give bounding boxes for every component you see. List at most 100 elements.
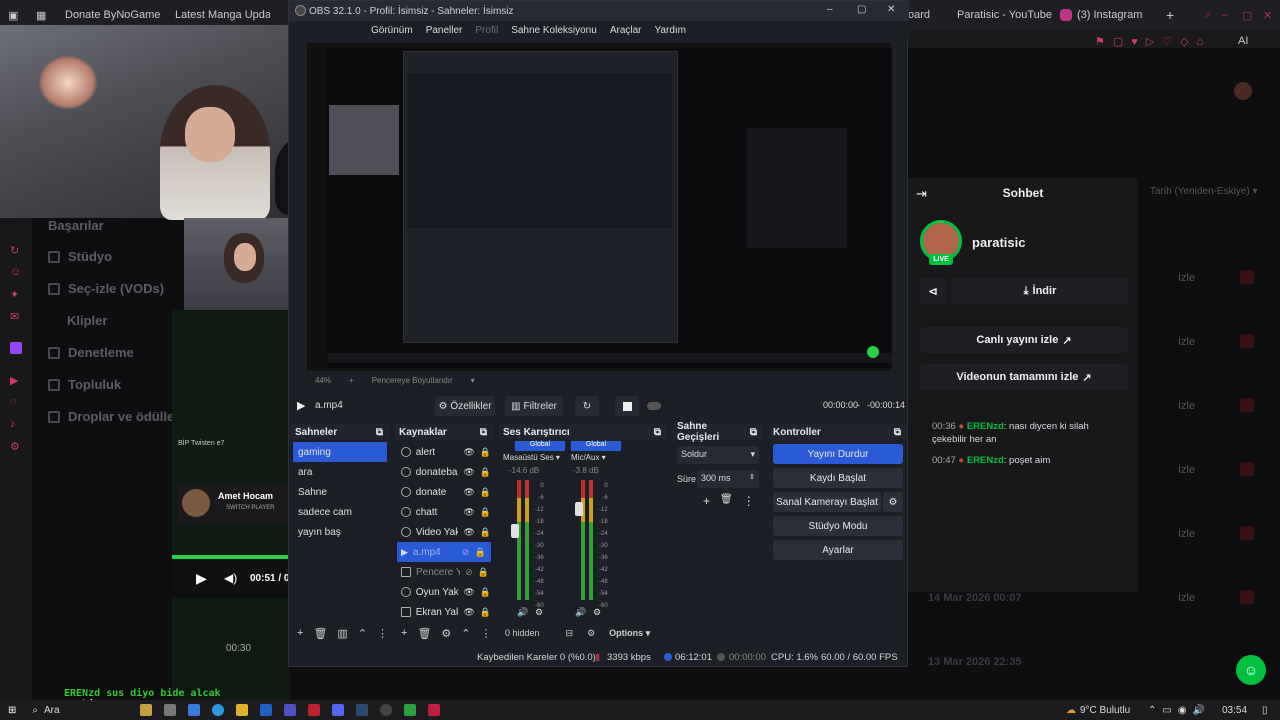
menu-help[interactable]: Yardım [655,25,687,36]
add-source-button[interactable]: + [401,627,407,639]
media-play-icon[interactable]: ▶ [297,399,305,412]
lock-icon[interactable]: 🔒 [480,587,491,598]
dock-undock-icon[interactable]: ⧉ [894,427,901,438]
more-menu-icon[interactable]: ⋮ [743,494,755,508]
menu-view[interactable]: Görünüm [371,25,413,36]
minimize-icon[interactable]: – [1222,6,1228,24]
remove-source-button[interactable]: 🗑 [417,627,431,640]
play-icon[interactable]: ▶ [196,570,207,587]
move-up-button[interactable]: ⌃ [358,627,367,640]
desktop-audio-name[interactable]: Masaüstü Ses ▾ [503,453,560,462]
scene-item[interactable]: ara [293,462,387,482]
watch-full-button[interactable]: Videonun tamamını izle ↗ [920,364,1128,390]
sidenav-moderation[interactable]: Denetleme [48,345,134,360]
chat-icon[interactable]: ◌ [10,396,22,408]
tab-manga[interactable]: Latest Manga Updat [170,6,270,24]
zoom-level[interactable]: 44% [315,376,331,385]
mixer-layout-icon[interactable]: ⊟ [566,628,574,639]
edge-icon[interactable] [188,704,200,716]
browser-icon[interactable] [212,704,224,716]
scene-item[interactable]: yayın baş [293,522,387,542]
options-dropdown[interactable]: Options ▾ [609,628,650,639]
visibility-eye-icon[interactable]: 👁 [463,527,474,538]
obs-preview[interactable] [307,43,892,371]
source-item[interactable]: Ekran Yak 👁 🔒 [397,602,491,622]
search-icon[interactable]: ⌕ [32,705,38,716]
watch-link[interactable]: İzle [1178,528,1195,540]
app-icon[interactable] [284,704,296,716]
sidenav-vods[interactable]: Seç-izle (VODs) [48,281,164,296]
remove-transition-button[interactable]: 🗑 [720,494,733,508]
steam-icon[interactable] [356,704,368,716]
close-icon[interactable]: ✕ [1263,6,1272,24]
tab-overview-icon[interactable]: ▦ [36,6,46,24]
add-transition-button[interactable]: + [703,494,710,508]
sidebar-toggle-icon[interactable]: ▣ [8,6,18,24]
media-app-icon[interactable] [404,704,416,716]
lock-icon[interactable]: 🔒 [480,607,491,618]
properties-button[interactable]: ⚙ Özellikler [435,396,495,416]
source-item[interactable]: donate 👁 🔒 [397,482,491,502]
dock-undock-icon[interactable]: ⧉ [654,427,661,438]
mic-aux-name[interactable]: Mic/Aux ▾ [571,453,606,462]
watch-live-button[interactable]: Canlı yayını izle ↗ [920,327,1128,353]
studio-mode-button[interactable]: Stüdyo Modu [773,516,903,536]
settings-icon[interactable]: ⚙ [10,440,22,453]
visibility-eye-icon[interactable]: 👁 [463,607,474,618]
delete-icon[interactable] [1240,462,1254,476]
support-chat-icon[interactable]: ☺ [1236,655,1266,685]
profile-avatar[interactable] [1234,82,1252,100]
app2-icon[interactable] [428,704,440,716]
desktop-volume-slider[interactable] [511,524,519,538]
scene-item[interactable]: sadece cam [293,502,387,522]
restart-button[interactable]: ↻ [575,396,599,416]
stop-streaming-button[interactable]: Yayını Durdur [773,444,903,464]
more-menu-icon[interactable]: ⋮ [481,627,492,640]
media-seek-handle[interactable] [647,402,661,410]
mail-icon[interactable]: ✉ [10,310,22,323]
lock-icon[interactable]: 🔒 [480,467,491,478]
sidenav-studio[interactable]: Stüdyo [48,249,112,264]
tray-icons[interactable]: ⌃▭◉🔊 [1148,705,1211,716]
transition-select[interactable]: Soldur ▾ [677,446,759,464]
source-item[interactable]: donateba 👁 🔒 [397,462,491,482]
visibility-eye-icon[interactable]: 👁 [463,447,474,458]
scene-item[interactable]: gaming [293,442,387,462]
download-button[interactable]: ⤓ İndir [952,278,1128,304]
tab-bynogame[interactable]: Donate ByNoGame - [60,6,160,24]
file-explorer-icon[interactable] [236,704,248,716]
zoom-in-icon[interactable]: + [349,376,354,385]
windows-start-icon[interactable]: ⊞ [8,705,16,716]
switch-player-card[interactable]: Amet Hocam SWITCH PLAYER [178,485,290,523]
maximize-icon[interactable]: ▢ [1242,6,1252,24]
source-item[interactable]: Pencere Y ⊘ 🔒 [397,562,491,582]
tab-dashboard[interactable]: oard [908,6,948,24]
notification-icon[interactable]: ▯ [1262,705,1268,716]
source-item[interactable]: Oyun Yak 👁 🔒 [397,582,491,602]
watch-link[interactable]: İzle [1178,400,1195,412]
lock-icon[interactable]: 🔒 [480,507,491,518]
clock[interactable]: 03:54 [1222,705,1247,716]
add-scene-button[interactable]: + [297,627,303,639]
mic-mute-icon[interactable]: 🔊 [575,607,586,618]
fit-to-window[interactable]: Pencereye Boyutlandır [372,376,453,385]
visibility-eye-icon[interactable]: 👁 [463,487,474,498]
delete-icon[interactable] [1240,334,1254,348]
hidden-eye-icon[interactable]: ⊘ [465,567,473,578]
opera-icon[interactable] [308,704,320,716]
channel-name[interactable]: paratisic [972,235,1025,250]
stepper-icon[interactable]: ⇕ [749,473,755,485]
desktop-mute-icon[interactable]: 🔊 [517,607,528,618]
sidenav-community[interactable]: Topluluk [48,377,121,392]
visibility-eye-icon[interactable]: 👁 [463,467,474,478]
obs-minimize-icon[interactable]: – [827,4,833,15]
source-properties-button[interactable]: ⚙ [441,627,451,640]
user-icon[interactable]: ☺ [10,266,22,278]
task-view-icon[interactable] [140,704,152,716]
obs-maximize-icon[interactable]: ▢ [857,4,866,15]
sort-dropdown[interactable]: Tarih (Yeniden-Eskiye) ▾ [1150,186,1258,197]
watch-link[interactable]: İzle [1178,464,1195,476]
widgets-icon[interactable] [164,704,176,716]
sidenav-clips[interactable]: Klipler [67,313,107,328]
obs-taskbar-icon[interactable] [380,704,392,716]
